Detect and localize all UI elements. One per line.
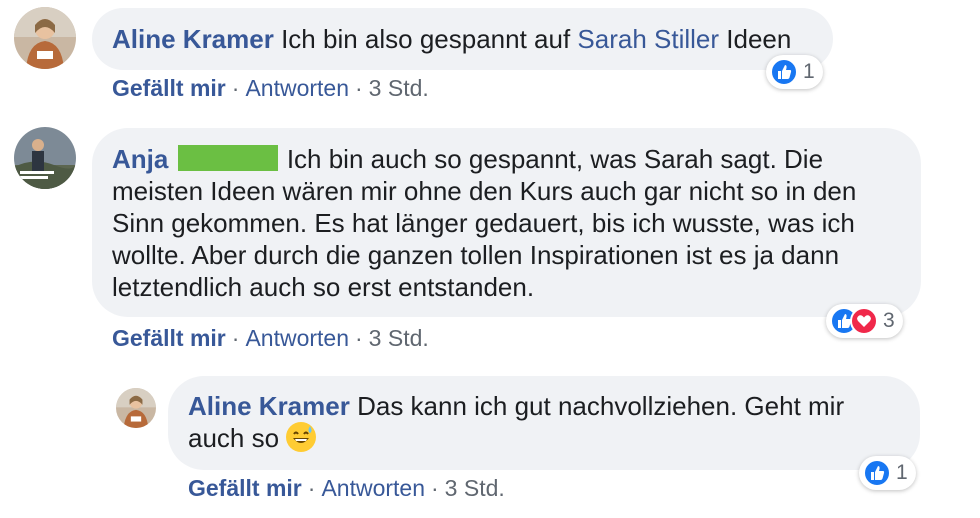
comment-bubble: Aline Kramer Ich bin also gespannt auf S… bbox=[92, 8, 833, 70]
comment-author[interactable]: Anja bbox=[112, 144, 168, 174]
comment-author[interactable]: Aline Kramer bbox=[188, 391, 350, 421]
comment-bubble: Anja Ich bin auch so gespannt, was Sarah… bbox=[92, 128, 921, 317]
reply-button[interactable]: Antworten bbox=[245, 75, 349, 101]
reaction-summary[interactable]: 3 bbox=[826, 304, 903, 338]
reaction-summary[interactable]: 1 bbox=[859, 456, 916, 490]
profile-photo-icon bbox=[14, 127, 76, 189]
reply-button[interactable]: Antworten bbox=[321, 475, 425, 501]
separator: · bbox=[355, 325, 363, 351]
like-icon bbox=[863, 459, 891, 487]
redacted-surname bbox=[177, 145, 278, 171]
reaction-count: 1 bbox=[896, 461, 908, 484]
separator: · bbox=[307, 475, 316, 501]
comment-text: Ich bin also gespannt auf bbox=[281, 24, 571, 54]
reaction-summary[interactable]: 1 bbox=[766, 55, 823, 89]
reaction-count: 3 bbox=[883, 309, 895, 332]
separator: · bbox=[431, 475, 439, 501]
comment-text-end: Ideen bbox=[726, 24, 792, 54]
grinning-sweat-emoji bbox=[286, 422, 317, 452]
separator: · bbox=[355, 75, 363, 101]
avatar-aline-kramer[interactable] bbox=[116, 388, 156, 428]
comment-actions: Gefällt mir · Antworten · 3 Std. bbox=[112, 324, 429, 352]
like-icon bbox=[770, 58, 798, 86]
like-button[interactable]: Gefällt mir bbox=[112, 325, 226, 351]
timestamp[interactable]: 3 Std. bbox=[369, 75, 429, 101]
profile-photo-icon bbox=[116, 388, 156, 428]
like-button[interactable]: Gefällt mir bbox=[112, 75, 226, 101]
comment-author[interactable]: Aline Kramer bbox=[112, 24, 274, 54]
reply-bubble: Aline Kramer Das kann ich gut nachvollzi… bbox=[168, 376, 920, 470]
separator: · bbox=[231, 75, 240, 101]
comment-actions: Gefällt mir · Antworten · 3 Std. bbox=[112, 74, 429, 102]
reaction-count: 1 bbox=[803, 60, 815, 83]
mention-link[interactable]: Sarah Stiller bbox=[577, 24, 719, 54]
profile-photo-icon bbox=[14, 7, 76, 69]
separator: · bbox=[231, 325, 240, 351]
avatar-anja[interactable] bbox=[14, 127, 76, 189]
like-button[interactable]: Gefällt mir bbox=[188, 475, 302, 501]
timestamp[interactable]: 3 Std. bbox=[445, 475, 505, 501]
comment-actions: Gefällt mir · Antworten · 3 Std. bbox=[188, 474, 505, 502]
timestamp[interactable]: 3 Std. bbox=[369, 325, 429, 351]
love-icon bbox=[850, 307, 878, 335]
avatar-aline-kramer[interactable] bbox=[14, 7, 76, 69]
reply-button[interactable]: Antworten bbox=[245, 325, 349, 351]
